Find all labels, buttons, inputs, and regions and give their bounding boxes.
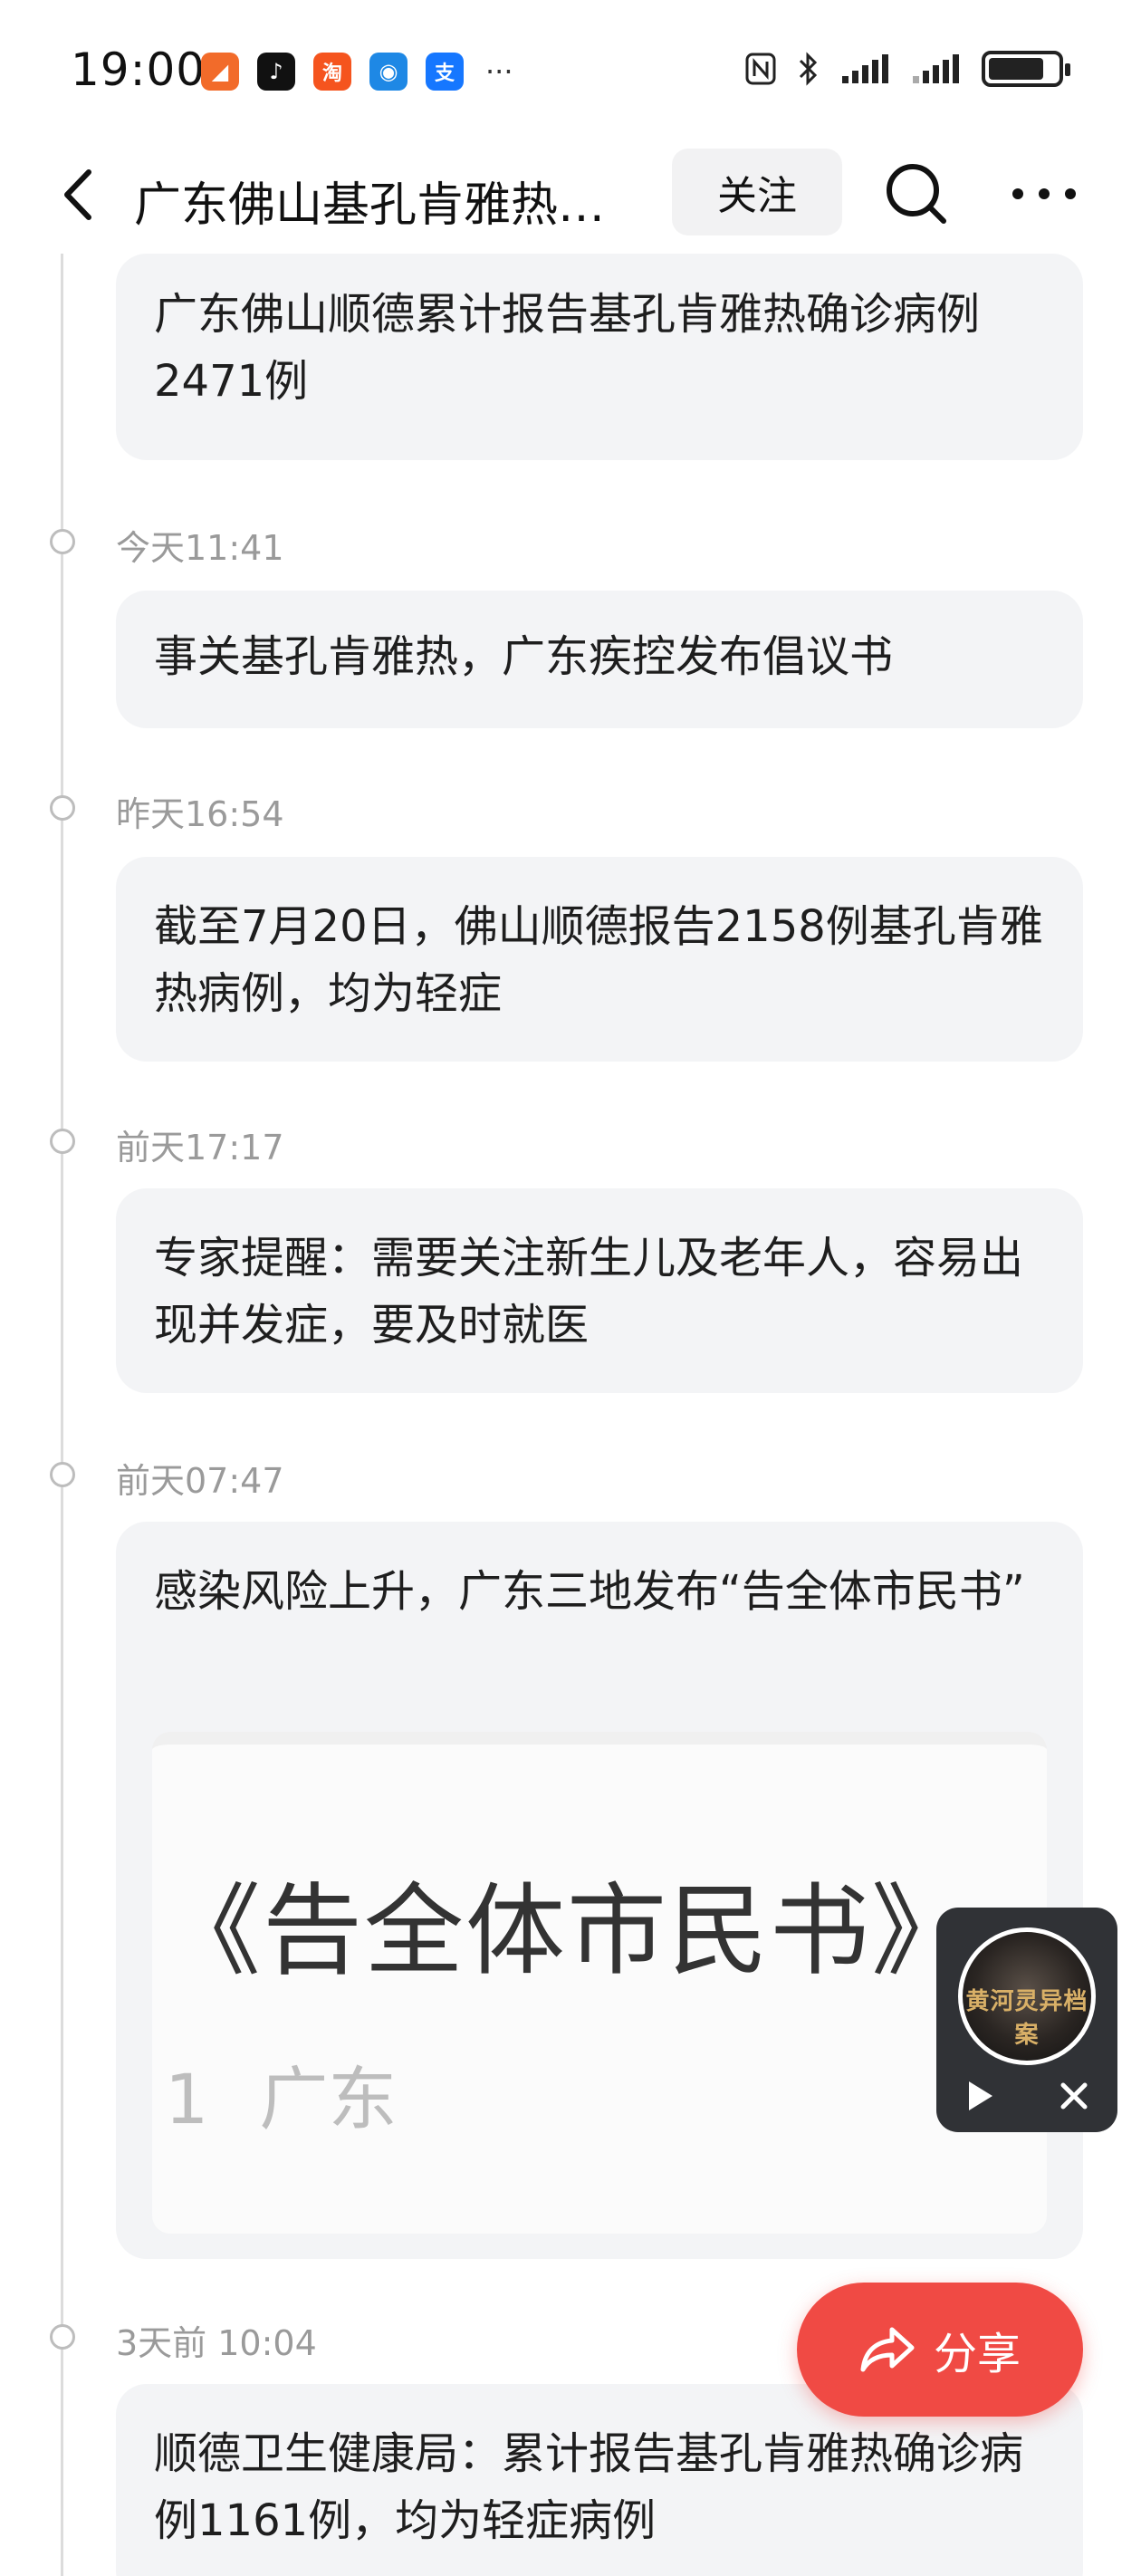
article-image[interactable]: 《告全体市民书》 1 广东 [152,1732,1047,2234]
timeline-card[interactable]: 截至7月20日，佛山顺德报告2158例基孔肯雅热病例，均为轻症 [116,857,1083,1062]
timeline-time: 3天前 10:04 [116,2323,317,2363]
timeline-dot [50,2324,75,2350]
audio-cover-title: 黄河灵异档案 [965,1988,1088,2049]
battery-icon [982,51,1070,87]
more-notifications-icon: ··· [485,54,513,89]
nav-bar: 广东佛山基孔肯雅热… 关注 [0,136,1141,254]
timeline-time: 今天11:41 [116,528,284,568]
follow-button[interactable]: 关注 [672,149,842,235]
image-title: 《告全体市民书》 [161,1873,973,1989]
back-arrow-icon[interactable] [49,163,112,226]
timeline-card-text: 事关基孔肯雅热，广东疾控发布倡议书 [154,631,894,682]
image-subtitle-number: 1 [165,2059,209,2139]
message-app-icon: ◢ [201,53,239,91]
share-icon [860,2327,915,2372]
timeline-time: 昨天16:54 [116,794,284,834]
system-status [744,51,1070,87]
taobao-icon: 淘 [313,53,351,91]
signal-icon-1 [842,54,888,83]
timeline-card-text: 感染风险上升，广东三地发布“告全体市民书” [154,1566,1025,1617]
tiktok-icon: ♪ [257,53,295,91]
timeline-dot [50,1129,75,1154]
page-title: 广东佛山基孔肯雅热… [134,178,606,233]
timeline-card-text: 广东佛山顺德累计报告基孔肯雅热确诊病例2471例 [154,289,981,407]
close-icon[interactable] [1056,2078,1092,2114]
floating-audio-player[interactable]: 黄河灵异档案 [936,1908,1117,2132]
notification-icons: ◢ ♪ 淘 ◉ 支 ··· [201,53,513,91]
alipay-icon: 支 [426,53,464,91]
share-label: 分享 [933,2329,1021,2379]
search-icon[interactable] [880,158,953,230]
timeline-time: 前天17:17 [116,1128,284,1168]
timeline-dot [50,795,75,821]
timeline-time: 前天07:47 [116,1461,284,1501]
nfc-icon [745,53,776,85]
timeline-card-text: 顺德卫生健康局：累计报告基孔肯雅热确诊病例1161例，均为轻症病例 [154,2428,1024,2546]
timeline-card[interactable]: 专家提醒：需要关注新生儿及老年人，容易出现并发症，要及时就医 [116,1188,1083,1393]
play-icon[interactable] [962,2078,998,2114]
audio-cover[interactable]: 黄河灵异档案 [958,1927,1096,2065]
status-time: 19:00 [71,43,206,96]
timeline-dot [50,529,75,554]
timeline-line [61,254,63,2576]
image-subtitle: 1 广东 [165,2043,397,2143]
status-bar: 19:00 ◢ ♪ 淘 ◉ 支 ··· [0,0,1141,136]
timeline-card[interactable]: 广东佛山顺德累计报告基孔肯雅热确诊病例2471例 [116,254,1083,460]
timeline-card-text: 专家提醒：需要关注新生儿及老年人，容易出现并发症，要及时就医 [154,1233,1024,1350]
more-menu-icon[interactable] [1003,158,1085,230]
timeline-card[interactable]: 感染风险上升，广东三地发布“告全体市民书” 《告全体市民书》 1 广东 [116,1522,1083,2259]
app-blue-icon: ◉ [369,53,408,91]
bluetooth-icon [799,52,818,86]
timeline-card-text: 截至7月20日，佛山顺德报告2158例基孔肯雅热病例，均为轻症 [154,901,1043,1019]
signal-icon-2 [913,54,959,83]
image-subtitle-text: 广东 [259,2059,398,2139]
share-button[interactable]: 分享 [797,2283,1083,2417]
timeline-dot [50,1462,75,1487]
timeline-card[interactable]: 事关基孔肯雅热，广东疾控发布倡议书 [116,591,1083,728]
